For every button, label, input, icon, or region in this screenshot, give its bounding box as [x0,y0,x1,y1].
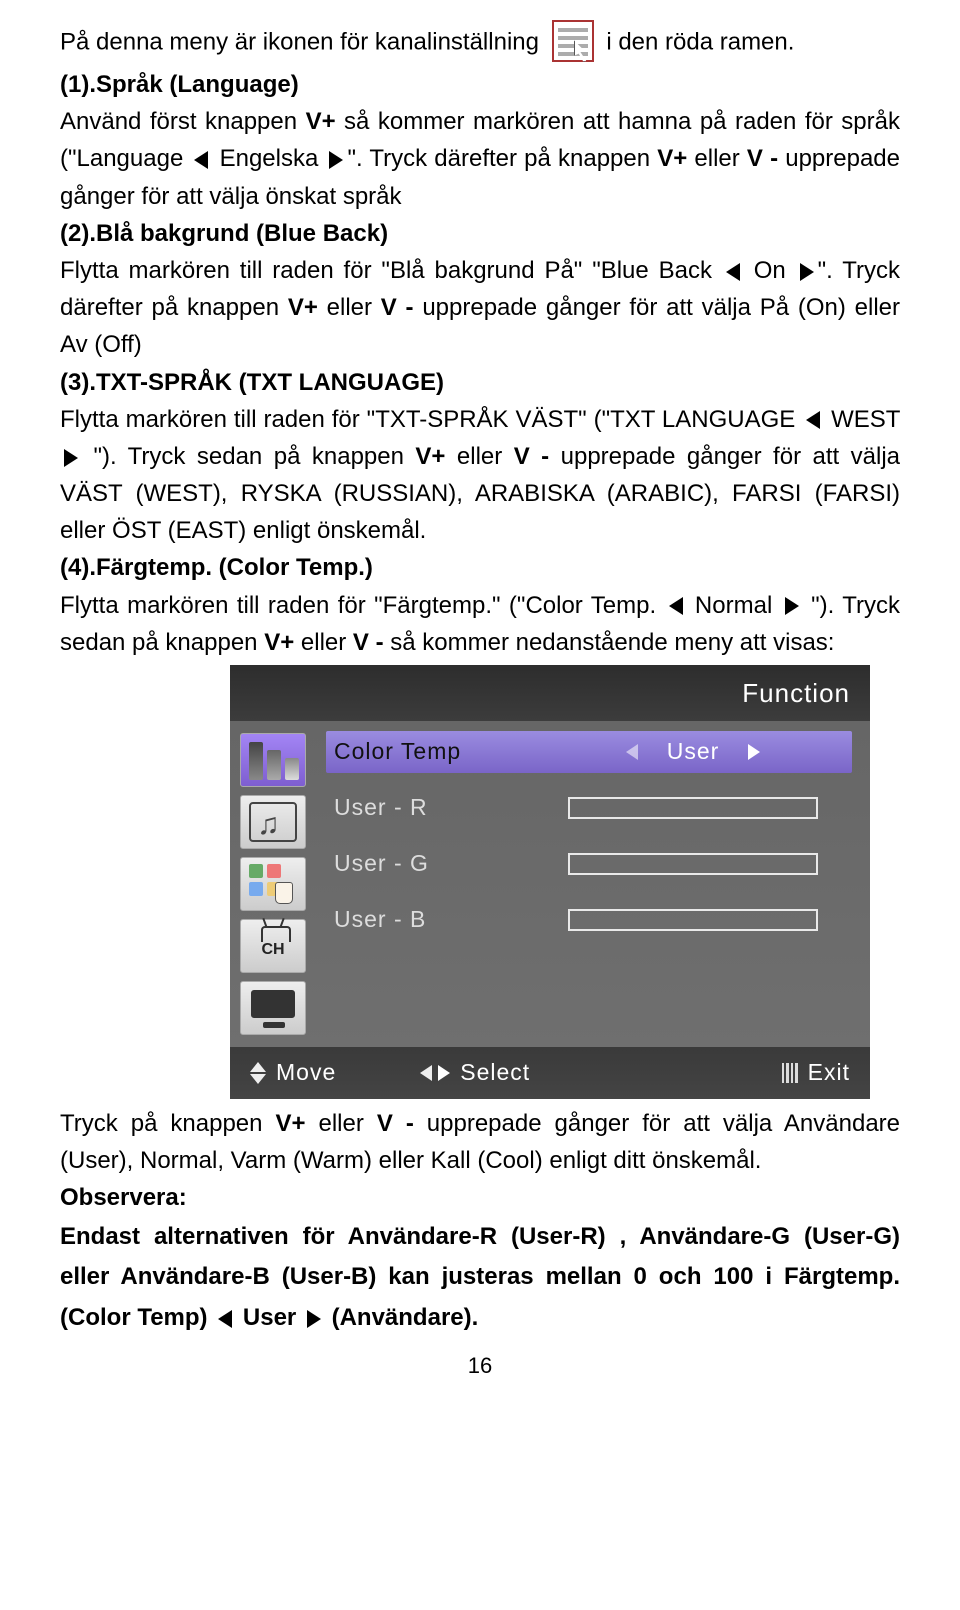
slider[interactable] [568,853,818,875]
triangle-left-icon [194,151,208,169]
triangle-right-icon [800,263,814,281]
osd-footer: Move Select Exit [230,1047,870,1099]
triangle-left-icon [669,597,683,615]
sound-tab-icon[interactable] [240,795,306,849]
row-user-b[interactable]: User - B [334,899,852,941]
footer-exit: Exit [808,1055,850,1091]
up-down-icon [250,1062,266,1084]
slider[interactable] [568,909,818,931]
triangle-right-icon [785,597,799,615]
observe-heading: Observera: [60,1179,900,1216]
osd-rows: Color Temp User User - R User - G [316,721,870,1047]
footer-select: Select [460,1055,530,1091]
left-right-icon [420,1065,450,1081]
heading-1: (1).Språk (Language) [60,71,299,98]
text: På denna meny är ikonen för kanalinställ… [60,28,539,55]
channel-settings-icon [552,20,594,62]
line-intro: På denna meny är ikonen för kanalinställ… [60,20,900,66]
function-tab-icon[interactable] [240,857,306,911]
heading-2: (2).Blå bakgrund (Blue Back) [60,215,900,252]
triangle-right-icon [307,1310,321,1328]
page-number: 16 [60,1349,900,1383]
picture-tab-icon[interactable] [240,733,306,787]
osd-title: Function [230,665,870,721]
row-label: User - G [334,846,534,882]
osd-tab-icons [230,721,316,1047]
row-label: Color Temp [334,734,534,770]
footer-move: Move [276,1055,336,1091]
row-color-temp[interactable]: Color Temp User [326,731,852,773]
triangle-left-icon [218,1310,232,1328]
triangle-right-icon [64,449,78,467]
para-6: Endast alternativen för Användare-R (Use… [60,1217,900,1339]
heading-3: (3).TXT-SPRÅK (TXT LANGUAGE) [60,364,900,401]
osd-body: Color Temp User User - R User - G [230,721,870,1047]
para-5: Tryck på knappen V+ eller V - upprepade … [60,1105,900,1179]
row-value: User [648,734,738,770]
para-3: Flytta markören till raden för "TXT-SPRÅ… [60,401,900,550]
row-user-g[interactable]: User - G [334,843,852,885]
channel-tab-icon[interactable] [240,919,306,973]
para-4: Flytta markören till raden för "Färgtemp… [60,587,900,661]
tv-tab-icon[interactable] [240,981,306,1035]
row-label: User - B [334,902,534,938]
row-user-r[interactable]: User - R [334,787,852,829]
triangle-left-icon [806,411,820,429]
menu-icon [782,1063,798,1083]
triangle-right-icon [329,151,343,169]
triangle-right-icon[interactable] [748,744,760,760]
triangle-left-icon [726,263,740,281]
text: i den röda ramen. [606,28,794,55]
row-label: User - R [334,790,534,826]
osd-panel: Function Color Temp User [230,665,870,1099]
para-2: Flytta markören till raden för "Blå bakg… [60,252,900,364]
para-1: Använd först knappen V+ så kommer markör… [60,103,900,215]
slider[interactable] [568,797,818,819]
heading-4: (4).Färgtemp. (Color Temp.) [60,549,900,586]
triangle-left-icon[interactable] [626,744,638,760]
